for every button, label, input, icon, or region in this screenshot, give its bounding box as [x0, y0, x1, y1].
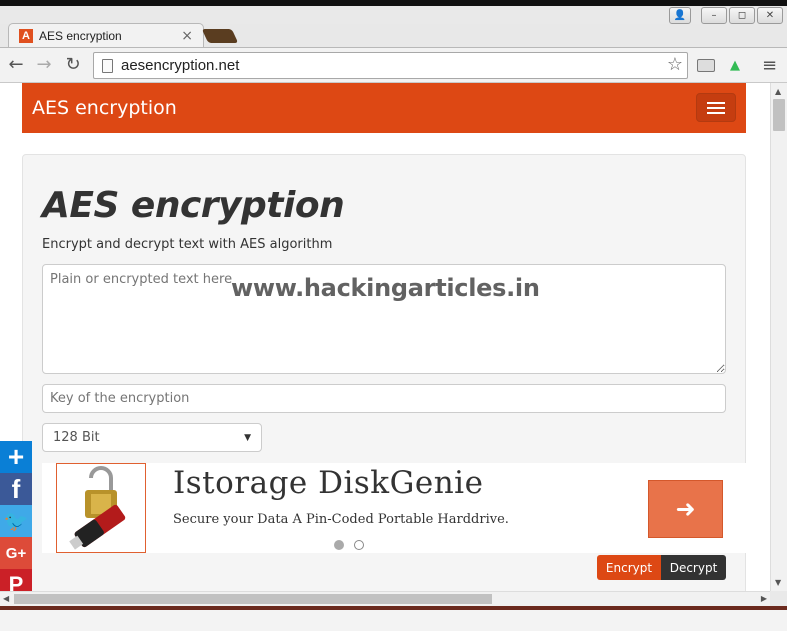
ad-title[interactable]: Istorage DiskGenie: [173, 465, 483, 501]
user-icon: 👤: [673, 10, 687, 21]
key-size-value: 128 Bit: [53, 430, 100, 445]
site-navbar: AES encryption: [22, 83, 746, 133]
window-bottom-area: [0, 610, 787, 631]
decrypt-button[interactable]: Decrypt: [661, 555, 726, 580]
tab-title: AES encryption: [39, 29, 122, 43]
navbar-toggle-button[interactable]: [696, 93, 736, 122]
social-share-bar: + f 🐦 G+ P in: [0, 441, 32, 591]
carousel-dot[interactable]: [354, 540, 364, 550]
vertical-scrollbar[interactable]: ▲ ▼: [770, 83, 787, 591]
ad-product-image[interactable]: [56, 463, 146, 553]
drive-extension-icon[interactable]: ▲: [730, 58, 740, 73]
arrow-right-icon: ➜: [675, 495, 696, 523]
scroll-left-icon[interactable]: ◀: [3, 594, 9, 603]
site-favicon-icon: A: [19, 29, 33, 43]
pinterest-icon[interactable]: P: [0, 569, 32, 591]
ad-banner[interactable]: Istorage DiskGenie Secure your Data A Pi…: [42, 463, 746, 553]
key-input[interactable]: [42, 384, 726, 413]
restore-button[interactable]: ◻: [729, 7, 755, 24]
horizontal-scrollbar[interactable]: ◀ ▶: [0, 591, 770, 606]
chrome-menu-icon[interactable]: ≡: [762, 55, 777, 76]
hamburger-line-icon: [707, 111, 725, 114]
bookmark-star-icon[interactable]: ☆: [667, 54, 683, 75]
hamburger-line-icon: [707, 101, 725, 104]
googleplus-icon[interactable]: G+: [0, 537, 32, 569]
scrollbar-corner: [770, 591, 787, 606]
page-icon: [102, 58, 113, 73]
carousel-dot[interactable]: [334, 540, 344, 550]
restore-icon: ◻: [737, 10, 747, 21]
browser-tab[interactable]: A AES encryption ×: [8, 23, 204, 48]
watermark-text: www.hackingarticles.in: [231, 274, 540, 302]
chevron-down-icon: ▼: [244, 432, 251, 443]
address-bar[interactable]: aesencryption.net ☆: [93, 52, 688, 79]
window-controls: 👤 – ◻ ✕: [669, 7, 783, 24]
profile-button[interactable]: 👤: [669, 7, 691, 24]
horizontal-scroll-thumb[interactable]: [14, 594, 492, 604]
new-tab-button[interactable]: [201, 29, 239, 43]
facebook-icon[interactable]: f: [0, 473, 32, 505]
page-viewport: AES encryption AES encryption Encrypt an…: [0, 83, 770, 591]
minimize-icon: –: [711, 10, 717, 21]
page-subtitle: Encrypt and decrypt text with AES algori…: [42, 237, 333, 252]
ad-cta-button[interactable]: ➜: [648, 480, 723, 538]
browser-toolbar: ← → ↻ aesencryption.net ☆ ▲ ≡: [0, 47, 787, 83]
url-text[interactable]: aesencryption.net: [121, 57, 239, 74]
scroll-down-icon[interactable]: ▼: [775, 578, 781, 587]
cast-extension-icon[interactable]: [697, 59, 715, 72]
hamburger-line-icon: [707, 106, 725, 109]
key-size-select[interactable]: 128 Bit ▼: [42, 423, 262, 452]
encrypt-button[interactable]: Encrypt: [597, 555, 661, 580]
minimize-button[interactable]: –: [701, 7, 727, 24]
twitter-icon[interactable]: 🐦: [0, 505, 32, 537]
ad-description: Secure your Data A Pin-Coded Portable Ha…: [173, 512, 509, 527]
usb-lock-icon: [69, 466, 126, 550]
reload-icon[interactable]: ↻: [62, 54, 84, 75]
scroll-right-icon[interactable]: ▶: [761, 594, 767, 603]
close-window-button[interactable]: ✕: [757, 7, 783, 24]
tab-close-icon[interactable]: ×: [181, 28, 193, 44]
forward-arrow-icon[interactable]: →: [33, 54, 55, 75]
vertical-scroll-thumb[interactable]: [773, 99, 785, 131]
close-icon: ✕: [765, 10, 775, 21]
scroll-up-icon[interactable]: ▲: [775, 87, 781, 96]
window-titlebar: 👤 – ◻ ✕: [0, 0, 787, 24]
back-arrow-icon[interactable]: ←: [5, 54, 27, 75]
share-icon[interactable]: +: [0, 441, 32, 473]
navbar-brand[interactable]: AES encryption: [32, 97, 177, 119]
page-title: AES encryption: [42, 185, 345, 226]
